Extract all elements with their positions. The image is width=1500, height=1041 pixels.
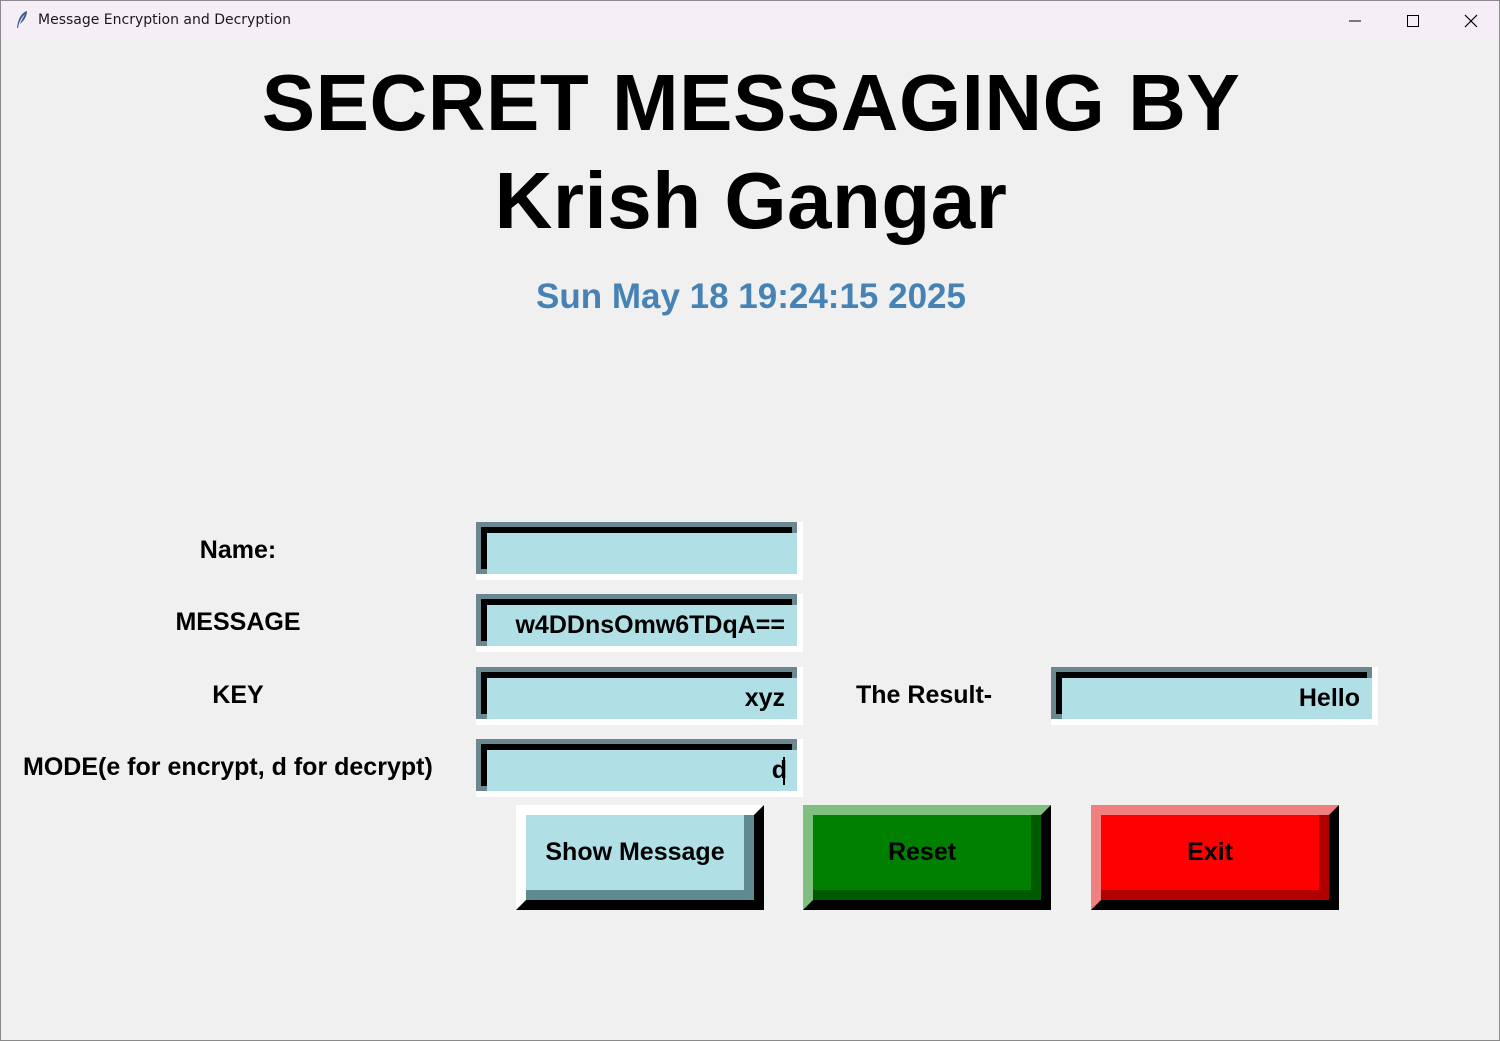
close-icon [1464, 14, 1478, 27]
show-message-button[interactable]: Show Message [516, 805, 764, 910]
window-title: Message Encryption and Decryption [38, 12, 292, 28]
app-window: Message Encryption and Decryption SECRET… [0, 0, 1500, 1041]
title-bar[interactable]: Message Encryption and Decryption [1, 1, 1499, 40]
result-input[interactable]: Hello [1062, 678, 1372, 719]
result-field[interactable]: Hello [1051, 667, 1378, 725]
reset-label: Reset [813, 815, 1031, 890]
key-label: KEY [212, 681, 264, 709]
exit-label: Exit [1101, 815, 1319, 890]
name-field[interactable] [476, 522, 803, 580]
datetime-label: Sun May 18 19:24:15 2025 [536, 277, 966, 316]
minimize-icon [1349, 20, 1361, 21]
result-label: The Result- [856, 681, 993, 709]
show-message-label: Show Message [526, 815, 744, 890]
mode-label: MODE(e for encrypt, d for decrypt) [23, 753, 433, 781]
maximize-button[interactable] [1384, 1, 1442, 40]
key-field[interactable]: xyz [476, 667, 803, 725]
feather-icon [15, 10, 29, 30]
name-label: Name: [199, 536, 277, 564]
message-field[interactable]: w4DDnsOmw6TDqA== [476, 594, 803, 652]
message-label: MESSAGE [175, 608, 301, 636]
name-input[interactable] [487, 533, 797, 574]
minimize-button[interactable] [1326, 1, 1384, 40]
mode-input[interactable]: d [487, 750, 797, 791]
author-name: Krish Gangar [494, 156, 1008, 245]
close-button[interactable] [1442, 1, 1500, 40]
mode-field[interactable]: d [476, 739, 803, 797]
maximize-icon [1407, 14, 1419, 27]
reset-button[interactable]: Reset [803, 805, 1051, 910]
message-input[interactable]: w4DDnsOmw6TDqA== [487, 605, 797, 646]
text-cursor [783, 756, 785, 785]
page-title: SECRET MESSAGING BY [261, 58, 1241, 147]
exit-button[interactable]: Exit [1091, 805, 1339, 910]
key-input[interactable]: xyz [487, 678, 797, 719]
